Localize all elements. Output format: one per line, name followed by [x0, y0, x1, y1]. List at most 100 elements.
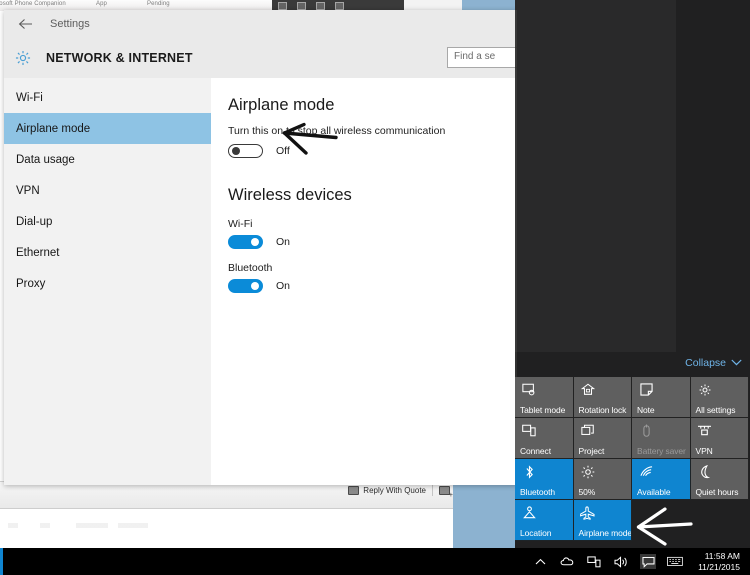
background-toolbar-label-3: Pending [147, 1, 170, 7]
background-toolbar-icon [297, 1, 306, 10]
background-toolbar-icon [335, 1, 344, 10]
system-tray: 11:58 AM 11/21/2015 [532, 551, 750, 573]
tile-label: 50% [578, 487, 596, 497]
sidebar-item-label: Ethernet [16, 246, 60, 259]
quick-action-bluetooth[interactable]: Bluetooth [515, 459, 574, 500]
toggle-knob [251, 282, 259, 290]
bluetooth-toggle[interactable] [228, 279, 263, 293]
tile-label: Quiet hours [695, 487, 739, 497]
collapse-button[interactable]: Collapse [685, 357, 742, 369]
background-toolbar-icon [316, 1, 325, 10]
wifi-icon [638, 464, 654, 479]
quick-action-tablet-mode[interactable]: Tablet mode [515, 377, 574, 418]
sidebar-item-vpn[interactable]: VPN [4, 175, 211, 206]
tile-label: Battery saver [637, 446, 686, 456]
tile-label: Connect [520, 446, 551, 456]
taskbar-clock[interactable]: 11:58 AM 11/21/2015 [694, 551, 744, 573]
clock-date: 11/21/2015 [698, 561, 740, 572]
search-input[interactable]: Find a se [447, 47, 517, 68]
action-center-icon[interactable] [640, 554, 657, 569]
chevron-down-icon [731, 357, 742, 369]
sidebar-item-dial-up[interactable]: Dial-up [4, 206, 211, 237]
wifi-toggle-row: On [228, 235, 517, 249]
quick-action-battery-saver[interactable]: Battery saver [632, 418, 691, 459]
location-icon [521, 505, 537, 520]
quick-action-tiles: Tablet mode Rotation lock Note All setti… [515, 377, 750, 541]
battery-saver-icon [638, 423, 654, 438]
tile-label: Available [637, 487, 671, 497]
sidebar-item-label: Airplane mode [16, 122, 91, 135]
tablet-mode-icon [521, 382, 537, 397]
wireless-devices-heading: Wireless devices [228, 186, 352, 204]
rotation-lock-icon [580, 382, 596, 397]
onedrive-icon[interactable] [559, 554, 575, 569]
quick-action-connect[interactable]: Connect [515, 418, 574, 459]
settings-window-title: Settings [50, 18, 90, 30]
quick-action-all-settings[interactable]: All settings [690, 377, 749, 418]
wifi-toggle[interactable] [228, 235, 263, 249]
quick-action-airplane-mode[interactable]: Airplane mode [573, 500, 632, 541]
toggle-knob [232, 147, 240, 155]
quick-action-rotation-lock[interactable]: Rotation lock [573, 377, 632, 418]
back-arrow-icon[interactable] [14, 13, 36, 35]
quick-action-quiet-hours[interactable]: Quiet hours [690, 459, 749, 500]
tile-label: Airplane mode [578, 528, 632, 538]
taskbar-accent-edge [0, 548, 3, 575]
quick-action-location[interactable]: Location [515, 500, 574, 541]
page-title: NETWORK & INTERNET [46, 51, 193, 65]
wifi-state: On [276, 236, 291, 248]
network-icon[interactable] [586, 554, 602, 569]
airplane-mode-heading: Airplane mode [228, 96, 335, 114]
wifi-label: Wi-Fi [228, 218, 253, 230]
sidebar-item-label: Wi-Fi [16, 91, 43, 104]
sidebar-item-proxy[interactable]: Proxy [4, 268, 211, 299]
moon-icon [697, 464, 713, 479]
settings-titlebar: Settings [4, 10, 517, 38]
tile-label: Tablet mode [520, 405, 566, 415]
quick-action-vpn[interactable]: VPN [690, 418, 749, 459]
tile-label: Bluetooth [520, 487, 556, 497]
reply-with-quote-label: Reply With Quote [363, 486, 426, 495]
settings-window: Settings NETWORK & INTERNET Find a se Wi… [4, 10, 517, 485]
quick-action-wifi[interactable]: Available [632, 459, 691, 500]
sidebar-item-ethernet[interactable]: Ethernet [4, 237, 211, 268]
settings-sidebar: Wi-Fi Airplane mode Data usage VPN Dial-… [4, 78, 212, 485]
volume-icon[interactable] [613, 554, 629, 569]
reply-with-quote-button[interactable]: Reply With Quote [348, 483, 453, 499]
sidebar-item-data-usage[interactable]: Data usage [4, 144, 211, 175]
sidebar-item-label: VPN [16, 184, 40, 197]
action-center-notifications-area [515, 0, 676, 352]
tile-label: Project [578, 446, 605, 456]
keyboard-icon[interactable] [667, 554, 683, 569]
gear-icon [12, 47, 34, 69]
tile-label: Location [520, 528, 552, 538]
sidebar-item-airplane-mode[interactable]: Airplane mode [4, 113, 211, 144]
tile-label: VPN [695, 446, 713, 456]
sidebar-item-wi-fi[interactable]: Wi-Fi [4, 82, 211, 113]
action-center-panel: Collapse Tablet mode Rotation lock Note … [515, 0, 750, 548]
quick-action-project[interactable]: Project [573, 418, 632, 459]
settings-body: Wi-Fi Airplane mode Data usage VPN Dial-… [4, 78, 517, 485]
bluetooth-state: On [276, 280, 291, 292]
airplane-icon [580, 505, 596, 520]
clock-time: 11:58 AM [704, 550, 740, 561]
show-hidden-icons-chevron-icon[interactable] [532, 554, 548, 569]
gear-icon [697, 382, 713, 397]
quick-action-empty-slot [632, 500, 691, 541]
quick-action-note[interactable]: Note [632, 377, 691, 418]
quick-action-brightness[interactable]: 50% [573, 459, 632, 500]
tile-label: Note [637, 405, 655, 415]
settings-content: Airplane mode Turn this on to stop all w… [212, 78, 517, 485]
vpn-icon [697, 423, 713, 438]
toggle-knob [251, 238, 259, 246]
quote-icon [348, 486, 360, 495]
sidebar-item-label: Dial-up [16, 215, 53, 228]
divider [432, 485, 433, 496]
airplane-mode-toggle[interactable] [228, 144, 263, 158]
airplane-mode-toggle-row: Off [228, 144, 517, 158]
quick-action-empty-slot [691, 500, 750, 541]
screen: ...osoft Phone Companion App Pending Rep… [0, 0, 750, 575]
tile-label: All settings [695, 405, 736, 415]
tile-label: Rotation lock [578, 405, 627, 415]
settings-header: NETWORK & INTERNET Find a se [4, 38, 517, 78]
